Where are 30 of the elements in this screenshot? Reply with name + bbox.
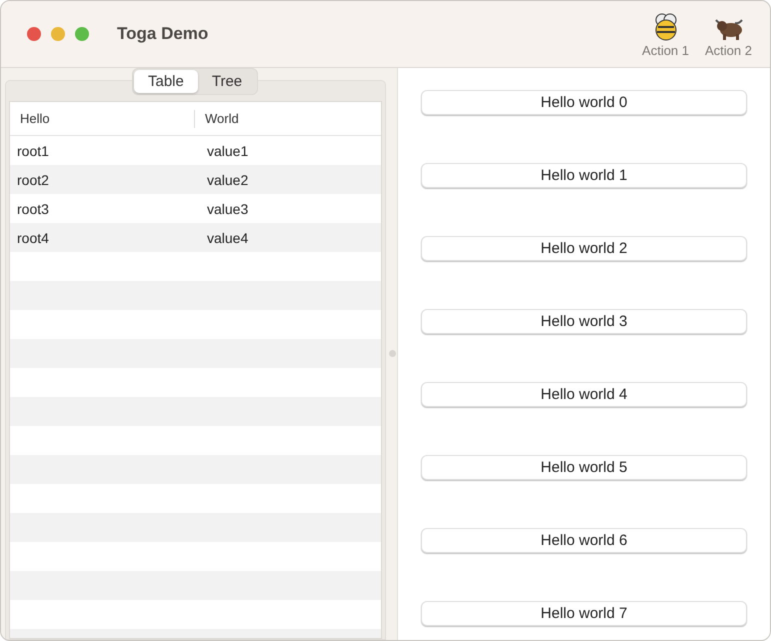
hello-button[interactable]: Hello world 3 bbox=[421, 309, 747, 334]
table-cell-text: value2 bbox=[206, 172, 250, 188]
hello-button[interactable]: Hello world 0 bbox=[421, 90, 747, 115]
hello-button[interactable]: Hello world 5 bbox=[421, 455, 747, 480]
table-cell-text: root3 bbox=[16, 200, 50, 216]
hello-button[interactable]: Hello world 6 bbox=[421, 528, 747, 553]
bee-icon bbox=[652, 12, 679, 40]
hello-button[interactable]: Hello world 4 bbox=[421, 382, 747, 407]
table-cell-text: root1 bbox=[16, 142, 50, 158]
table-cell-text: root4 bbox=[16, 230, 50, 246]
table-row[interactable]: root2 value2 bbox=[10, 165, 381, 194]
hello-button[interactable]: Hello world 7 bbox=[421, 601, 747, 626]
tab[interactable]: Tree bbox=[198, 70, 256, 93]
table-row[interactable]: root4 value4 bbox=[10, 223, 381, 252]
table-cell-text: value1 bbox=[206, 142, 250, 158]
table-cell-text: root2 bbox=[16, 172, 50, 188]
close-button[interactable] bbox=[27, 27, 41, 41]
toolbar-button[interactable]: Action 2 bbox=[705, 10, 752, 58]
toolbar-button[interactable]: Action 1 bbox=[642, 10, 690, 58]
column-header[interactable]: World bbox=[195, 111, 381, 126]
tab[interactable]: Table bbox=[134, 70, 198, 93]
table-cell-text: value3 bbox=[206, 200, 250, 216]
hello-button[interactable]: Hello world 1 bbox=[421, 163, 747, 188]
hello-button[interactable]: Hello world 2 bbox=[421, 236, 747, 261]
minimize-button[interactable] bbox=[51, 27, 65, 41]
window-title: Toga Demo bbox=[117, 24, 210, 44]
yak-icon bbox=[714, 16, 744, 40]
table-cell-text: value4 bbox=[206, 230, 250, 246]
zoom-button[interactable] bbox=[75, 27, 89, 41]
column-header[interactable]: Hello bbox=[10, 111, 194, 126]
